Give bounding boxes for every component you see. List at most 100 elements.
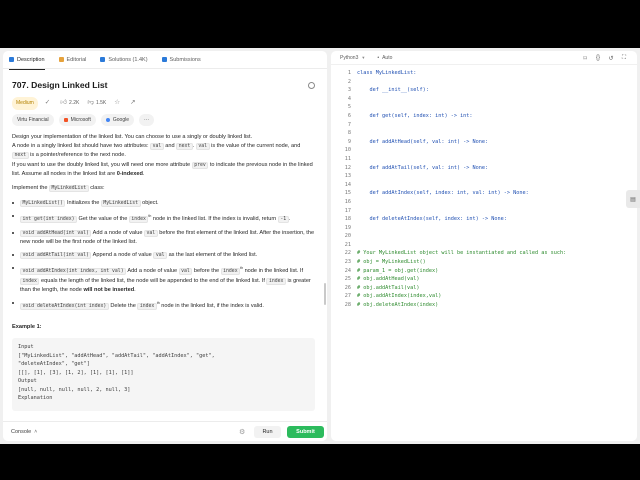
chevron-down-icon: ▼ xyxy=(361,55,366,60)
status-circle-icon xyxy=(308,81,315,89)
method-list: MyLinkedList() Initializes the MyLinkedL… xyxy=(12,199,315,312)
code-line[interactable]: 3 def __init__(self): xyxy=(331,86,637,95)
code-line[interactable]: 13 xyxy=(331,172,637,181)
editor-toolbar: Python3 ▼ • Auto ⌑ {} ↺ ⛶ xyxy=(331,51,637,65)
code-line[interactable]: 26 # obj.addAtTail(val) xyxy=(331,284,637,293)
code-text: def addAtTail(self, val: int) -> None: xyxy=(357,164,489,171)
problem-tabs: Description Editorial Solutions (1.4K) S… xyxy=(3,51,327,70)
code-line[interactable]: 6 def get(self, index: int) -> int: xyxy=(331,112,637,121)
list-item: void deleteAtIndex(int index) Delete the… xyxy=(12,299,315,311)
code-line[interactable]: 22 # Your MyLinkedList object will be ins… xyxy=(331,249,637,258)
code-line[interactable]: 24 # param_1 = obj.get(index) xyxy=(331,267,637,276)
like-button[interactable]: 👍︎ 2.2K xyxy=(60,99,79,108)
code-line[interactable]: 5 xyxy=(331,103,637,112)
chevron-up-icon[interactable]: ˄ xyxy=(34,429,37,435)
company-tag[interactable]: Google xyxy=(100,113,134,127)
code-line[interactable]: 11 xyxy=(331,155,637,164)
problem-title[interactable]: 707. Design Linked List xyxy=(12,81,108,90)
code-line[interactable]: 2 xyxy=(331,78,637,87)
console-toggle[interactable]: Console xyxy=(11,429,31,435)
example-line: "deleteAtIndex", "get"] xyxy=(18,361,90,368)
example-line: ["MyLinkedList", "addAtHead", "addAtTail… xyxy=(18,352,215,359)
share-icon: ↗ xyxy=(130,99,136,107)
favorite-button[interactable]: ☆ xyxy=(114,99,122,108)
code-line[interactable]: 21 xyxy=(331,241,637,250)
bottom-bar: Console ˄ ⚙ Run Submit xyxy=(3,421,327,441)
line-number: 11 xyxy=(344,155,351,162)
thumbs-down-icon: 👎︎ xyxy=(87,99,94,107)
reset-icon[interactable]: ↺ xyxy=(606,53,616,63)
code-line[interactable]: 28 # obj.deleteAtIndex(index) xyxy=(331,301,637,310)
code-text: # obj.addAtHead(val) xyxy=(357,276,420,283)
dislike-count: 1.5K xyxy=(95,100,107,107)
notes-icon[interactable]: ▤ xyxy=(626,190,640,208)
statement: Design your implementation of the linked… xyxy=(12,133,315,412)
line-number: 16 xyxy=(344,198,351,205)
line-number: 14 xyxy=(344,181,351,188)
code-text: # obj.addAtIndex(index,val) xyxy=(357,293,442,300)
run-button[interactable]: Run xyxy=(254,426,281,438)
tab-label: Description xyxy=(17,56,45,63)
braces-icon[interactable]: {} xyxy=(593,53,603,63)
example-line: Explanation xyxy=(18,395,53,402)
history-icon xyxy=(161,57,167,62)
paragraph: If you want to use the doubly linked lis… xyxy=(12,161,313,178)
line-number: 5 xyxy=(347,104,351,111)
code-line[interactable]: 18 def deleteAtIndex(self, index: int) -… xyxy=(331,215,637,224)
leetcode-workspace: Description Editorial Solutions (1.4K) S… xyxy=(0,48,640,444)
star-icon: ☆ xyxy=(114,99,121,107)
code-line[interactable]: 17 xyxy=(331,207,637,216)
code-line[interactable]: 8 xyxy=(331,129,637,138)
tab-label: Editorial xyxy=(66,56,87,63)
company-tag[interactable]: Microsoft xyxy=(58,113,96,127)
company-tag[interactable]: Virtu Financial xyxy=(12,113,54,127)
difficulty-badge: Medium xyxy=(12,97,38,110)
line-number: 8 xyxy=(347,130,351,137)
line-number: 20 xyxy=(344,233,351,240)
line-number: 22 xyxy=(344,250,351,257)
code-line[interactable]: 25 # obj.addAtHead(val) xyxy=(331,275,637,284)
settings-icon[interactable]: ⚙ xyxy=(239,428,245,436)
code-line[interactable]: 1 class MyLinkedList: xyxy=(331,69,637,78)
code-line[interactable]: 19 xyxy=(331,224,637,233)
autocomplete-toggle[interactable]: • Auto xyxy=(377,55,392,61)
scrollbar[interactable] xyxy=(324,283,326,305)
code-area[interactable]: 1 class MyLinkedList: 2 3 def __init__(self… xyxy=(331,69,637,439)
microsoft-logo-icon xyxy=(63,118,68,122)
code-line[interactable]: 7 xyxy=(331,121,637,130)
bookmark-icon[interactable]: ⌑ xyxy=(580,53,590,63)
lock-icon: • xyxy=(377,54,380,61)
tab-solutions[interactable]: Solutions (1.4K) xyxy=(100,51,148,69)
code-line[interactable]: 14 xyxy=(331,181,637,190)
fullscreen-icon[interactable]: ⛶ xyxy=(619,53,629,63)
code-line[interactable]: 4 xyxy=(331,95,637,104)
code-line[interactable]: 15 def addAtIndex(self, index: int, val:… xyxy=(331,189,637,198)
language-select[interactable]: Python3 ▼ xyxy=(340,55,365,61)
tab-editorial[interactable]: Editorial xyxy=(58,51,87,69)
tab-submissions[interactable]: Submissions xyxy=(161,51,201,69)
code-line[interactable]: 20 xyxy=(331,232,637,241)
code-line[interactable]: 27 # obj.addAtIndex(index,val) xyxy=(331,292,637,301)
list-item: int get(int index) Get the value of the … xyxy=(12,212,315,224)
line-number: 18 xyxy=(344,216,351,223)
submit-button[interactable]: Submit xyxy=(287,426,324,438)
example-heading: Example 1: xyxy=(12,324,42,331)
more-companies-button[interactable]: ··· xyxy=(139,113,154,127)
code-line[interactable]: 12 def addAtTail(self, val: int) -> None… xyxy=(331,164,637,173)
document-icon xyxy=(9,57,14,62)
dislike-button[interactable]: 👎︎ 1.5K xyxy=(87,99,106,108)
title-row: 707. Design Linked List xyxy=(12,79,315,91)
example-line: [[], [1], [3], [1, 2], [1], [1], [1]] xyxy=(18,369,134,376)
share-button[interactable]: ↗ xyxy=(130,99,137,108)
tab-description[interactable]: Description xyxy=(9,51,45,70)
editor-actions: ⌑ {} ↺ ⛶ xyxy=(577,53,629,63)
code-text: # Your MyLinkedList object will be insta… xyxy=(357,250,567,257)
code-line[interactable]: 9 def addAtHead(self, val: int) -> None: xyxy=(331,138,637,147)
code-line[interactable]: 10 xyxy=(331,146,637,155)
code-line[interactable]: 16 xyxy=(331,198,637,207)
code-line[interactable]: 23 # obj = MyLinkedList() xyxy=(331,258,637,267)
